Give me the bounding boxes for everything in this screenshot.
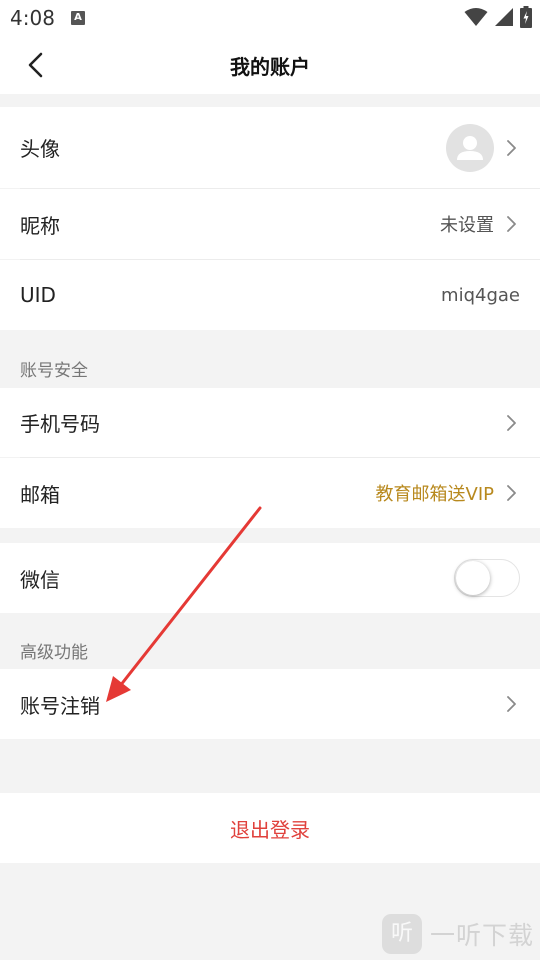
email-label: 邮箱 bbox=[20, 482, 60, 507]
chevron-right-icon bbox=[507, 139, 516, 156]
email-row[interactable]: 邮箱 教育邮箱送VIP bbox=[0, 458, 540, 528]
watermark-text: 一听下载 bbox=[429, 921, 534, 950]
avatar bbox=[446, 123, 494, 172]
logout-label: 退出登录 bbox=[230, 817, 310, 842]
cancel-account-label: 账号注销 bbox=[20, 693, 100, 718]
watermark: 听 一听下载 bbox=[381, 914, 534, 954]
wechat-row: 微信 bbox=[0, 543, 540, 613]
cell-signal-icon bbox=[495, 8, 513, 26]
phone-label: 手机号码 bbox=[20, 412, 100, 436]
status-time: 4:08 bbox=[10, 6, 55, 30]
chevron-right-icon bbox=[507, 414, 516, 431]
notification-icon: A bbox=[71, 11, 85, 25]
battery-icon bbox=[520, 6, 532, 28]
chevron-right-icon bbox=[507, 485, 516, 501]
status-bar: 4:08 A bbox=[0, 0, 540, 36]
uid-label: UID bbox=[20, 283, 56, 307]
avatar-row[interactable]: 头像 bbox=[0, 107, 540, 188]
watermark-logo: 听 bbox=[381, 914, 422, 954]
section-title-advanced: 高级功能 bbox=[20, 643, 88, 663]
toggle-knob bbox=[456, 561, 490, 595]
section-title-account-security: 账号安全 bbox=[20, 361, 88, 381]
wechat-label: 微信 bbox=[20, 567, 60, 592]
nickname-label: 昵称 bbox=[20, 213, 60, 238]
wechat-toggle[interactable] bbox=[454, 559, 520, 597]
user-icon bbox=[457, 135, 483, 160]
phone-row[interactable]: 手机号码 bbox=[0, 388, 540, 457]
nickname-value: 未设置 bbox=[440, 215, 494, 236]
logout-button[interactable]: 退出登录 bbox=[0, 793, 540, 863]
avatar-label: 头像 bbox=[20, 137, 60, 161]
uid-value: miq4gae bbox=[441, 284, 520, 306]
nickname-row[interactable]: 昵称 未设置 bbox=[0, 189, 540, 259]
wifi-icon bbox=[464, 8, 488, 26]
email-vip-promo: 教育邮箱送VIP bbox=[375, 484, 494, 505]
page-title: 我的账户 bbox=[230, 55, 310, 79]
chevron-right-icon bbox=[507, 216, 516, 232]
app-header: 我的账户 bbox=[0, 36, 540, 94]
cancel-account-row[interactable]: 账号注销 bbox=[0, 669, 540, 739]
uid-row: UID miq4gae bbox=[0, 260, 540, 330]
chevron-right-icon bbox=[507, 696, 516, 712]
status-icons bbox=[464, 6, 532, 28]
